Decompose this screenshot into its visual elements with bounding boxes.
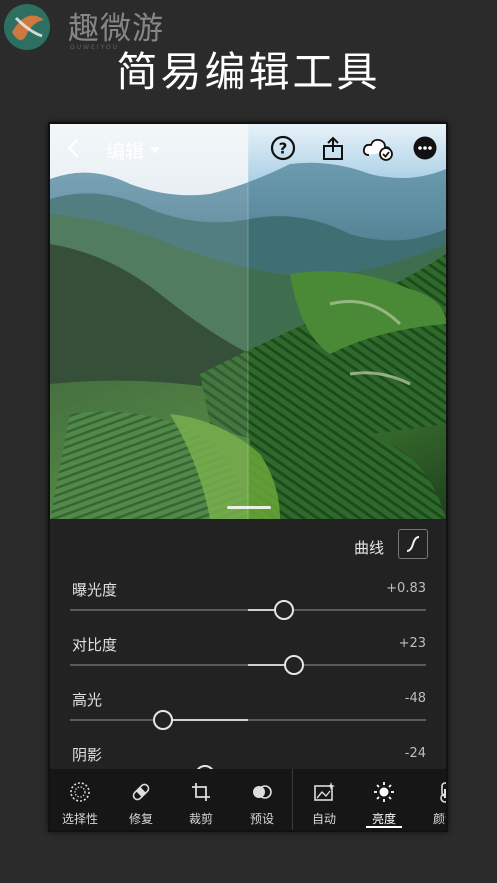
curve-label: 曲线 [353, 539, 384, 557]
slider-thumb[interactable] [284, 655, 305, 675]
thermometer-icon [440, 782, 446, 803]
curve-button[interactable] [398, 529, 428, 559]
presets-icon [253, 785, 272, 799]
sun-icon [374, 782, 394, 802]
tool-label: 选择性 [61, 812, 98, 826]
tool-label: 颜色 [432, 812, 446, 826]
slider-row: 对比度 +23 [70, 634, 426, 684]
slider-thumb[interactable] [273, 600, 294, 620]
chevron-down-icon[interactable] [150, 146, 160, 154]
tool-label: 自动 [311, 812, 336, 826]
edit-menu-title[interactable]: 编辑 [106, 137, 144, 164]
active-tool-indicator [366, 826, 402, 828]
tool-label: 亮度 [371, 812, 396, 826]
crop-icon [192, 783, 210, 801]
curve-icon [406, 536, 420, 552]
tool-selective[interactable]: 选择性 [50, 769, 110, 830]
light-adjustments-panel: 曲线 曝光度 +0.83 对比度 +23 高光 -48 阴影 -24 [50, 519, 446, 769]
share-icon[interactable] [320, 135, 346, 161]
slider-label: 对比度 [72, 636, 118, 654]
slider-row: 高光 -48 [70, 689, 426, 739]
selective-icon [70, 782, 90, 802]
slider-label: 曝光度 [72, 581, 118, 599]
auto-icon [314, 782, 335, 801]
help-icon[interactable]: ? [270, 135, 296, 161]
svg-text:?: ? [279, 140, 288, 158]
slider-track[interactable] [70, 719, 426, 721]
bottom-toolbar: 选择性 修复 裁剪 预设 自动 亮度 颜色 [50, 769, 446, 830]
tool-presets[interactable]: 预设 [232, 769, 292, 830]
tool-crop[interactable]: 裁剪 [171, 769, 231, 830]
slider-label: 高光 [72, 691, 103, 709]
tool-auto[interactable]: 自动 [294, 769, 354, 830]
promo-headline: 简易编辑工具 [116, 48, 381, 96]
slider-value: -24 [404, 746, 426, 761]
top-bar: 编辑 ? [50, 124, 446, 174]
slider-value: +23 [398, 636, 426, 651]
slider-value: -48 [404, 691, 426, 706]
back-arrow-icon[interactable] [64, 136, 84, 160]
toolbar-divider [292, 769, 293, 830]
slider-row: 阴影 -24 [70, 744, 426, 769]
phone-frame: 编辑 ? 曲线 曝光度 +0.83 对比度 +23 高光 -48 阴影 -24 … [48, 122, 448, 832]
tool-label: 裁剪 [188, 812, 213, 826]
more-options-icon[interactable] [412, 135, 438, 161]
tool-label: 修复 [128, 812, 153, 826]
slider-thumb[interactable] [152, 710, 173, 730]
tool-bandage[interactable]: 修复 [111, 769, 171, 830]
drag-handle[interactable] [227, 506, 271, 509]
tool-sun[interactable]: 亮度 [354, 769, 414, 830]
bandage-icon [132, 783, 150, 801]
slider-row: 曝光度 +0.83 [70, 579, 426, 629]
landscape-photo [50, 124, 446, 519]
slider-value: +0.83 [386, 581, 426, 596]
slider-label: 阴影 [72, 746, 103, 764]
cloud-synced-icon[interactable] [362, 135, 394, 161]
slider-fill [162, 719, 248, 721]
photo-preview[interactable]: 编辑 ? [50, 124, 446, 519]
tool-label: 预设 [249, 812, 274, 826]
screenshot-page: 趣微游 QUWEIYOU 简易编辑工具 编辑 ? 曲线 曝光度 +0.83 对比… [0, 0, 497, 883]
tool-thermometer[interactable]: 颜色 [415, 769, 446, 830]
